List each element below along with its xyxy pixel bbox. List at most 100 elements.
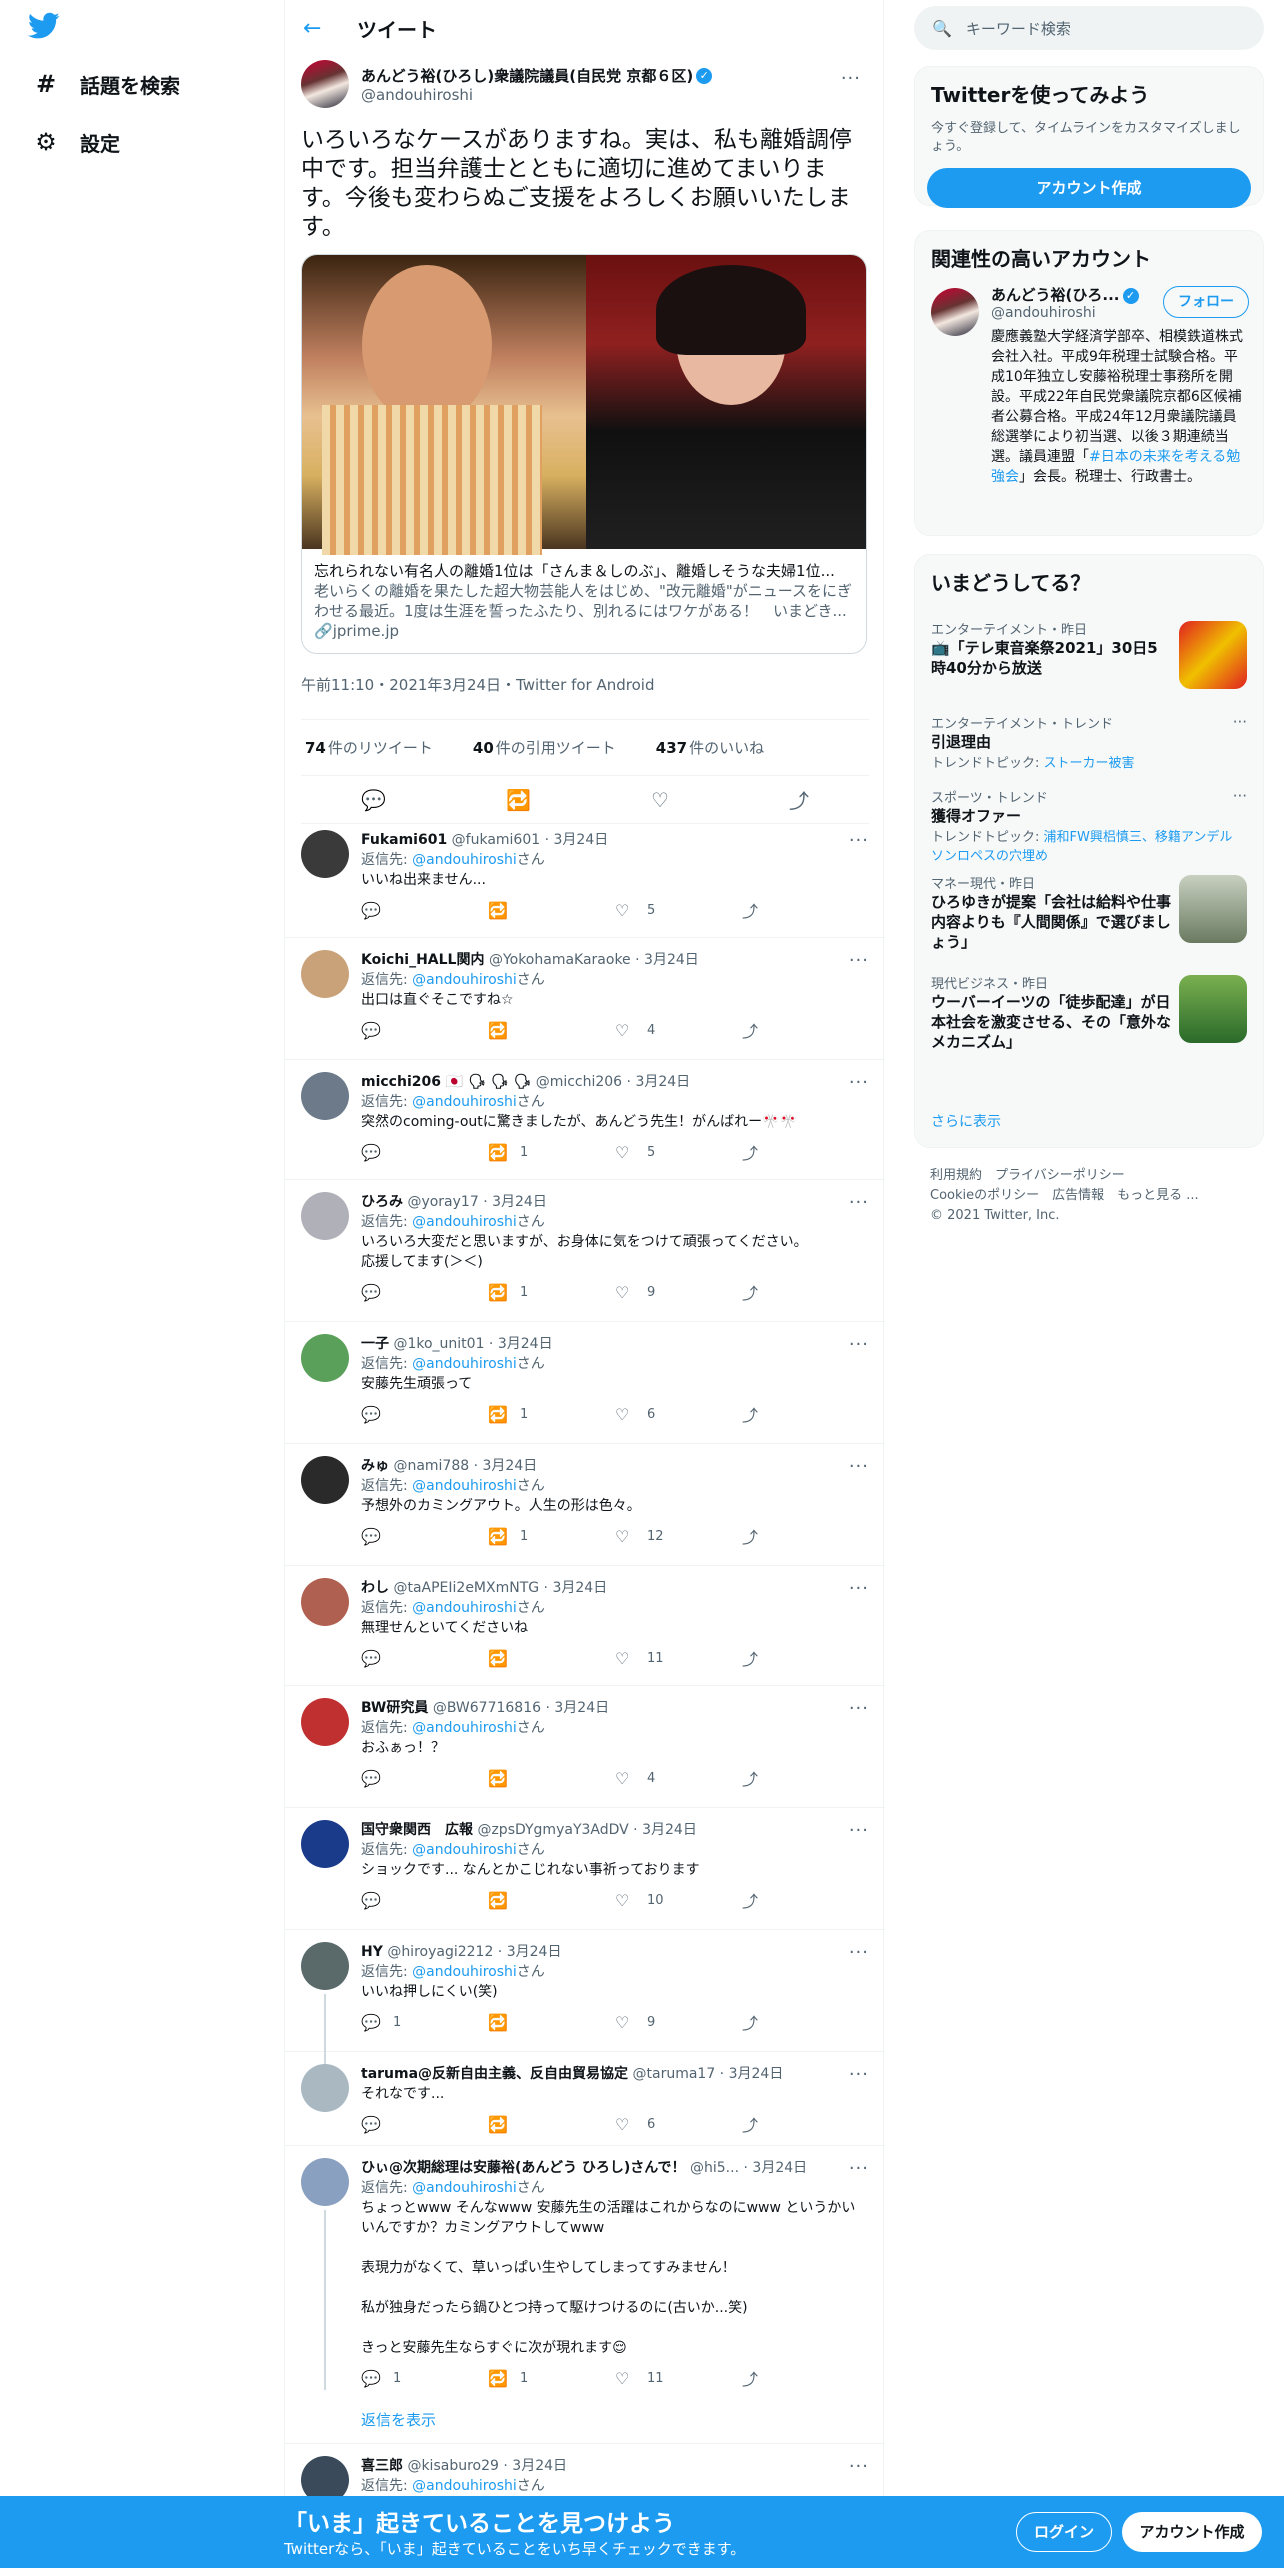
avatar[interactable] xyxy=(301,950,349,998)
reply-action[interactable]: 💬 1 xyxy=(361,2369,488,2388)
reply-tweet[interactable]: micchi206 🇯🇵 🗣 🗣 🗣 @micchi206 · 3月24日 返信先… xyxy=(285,1060,885,1180)
replying-to-link[interactable]: @andouhiroshi xyxy=(412,1600,517,1616)
reply-date[interactable]: 3月24日 xyxy=(552,1580,607,1596)
like-action[interactable]: ♡ 4 xyxy=(615,1769,742,1788)
trend-topic-link[interactable]: ストーカー被害 xyxy=(1044,756,1135,771)
tweet-timestamp[interactable]: 午前11:10・2021年3月24日・Twitter for Android xyxy=(301,672,869,720)
avatar[interactable] xyxy=(301,1192,349,1240)
reply-date[interactable]: 3月24日 xyxy=(512,2458,567,2474)
reply-date[interactable]: 3月24日 xyxy=(554,832,609,848)
share-action[interactable]: ⤴ xyxy=(742,1402,869,1426)
more-options-icon[interactable]: ··· xyxy=(849,1698,869,1719)
author-name[interactable]: あんどう裕(ひろし)衆議院議員(自民党 京都６区) xyxy=(361,67,693,85)
like-action[interactable]: ♡ 5 xyxy=(615,901,742,920)
replying-to-link[interactable]: @andouhiroshi xyxy=(412,2478,517,2494)
trend-item[interactable]: スポーツ・トレンド 獲得オファー トレンドトピック: 浦和FW興梠慎三、移籍アンデル… xyxy=(915,777,1263,874)
reply-tweet[interactable]: Fukami601 @fukami601 · 3月24日 返信先: @andouh… xyxy=(285,818,885,938)
like-action[interactable]: ♡ 4 xyxy=(615,1021,742,1040)
reply-tweet[interactable]: みゅ @nami788 · 3月24日 返信先: @andouhiroshiさん予… xyxy=(285,1444,885,1566)
avatar[interactable] xyxy=(301,830,349,878)
reply-date[interactable]: 3月24日 xyxy=(644,952,699,968)
avatar[interactable] xyxy=(301,1820,349,1868)
reply-author-name[interactable]: 国守衆関西 広報 xyxy=(361,1822,473,1838)
reply-author-name[interactable]: 一子 xyxy=(361,1336,389,1352)
replying-to-link[interactable]: @andouhiroshi xyxy=(412,1720,517,1736)
avatar[interactable] xyxy=(931,288,979,336)
more-options-icon[interactable]: ··· xyxy=(1233,713,1247,731)
reply-author-name[interactable]: Fukami601 xyxy=(361,832,447,848)
like-action[interactable]: ♡ 9 xyxy=(615,1283,742,1302)
reply-action[interactable]: 💬 xyxy=(361,1405,488,1424)
retweet-action[interactable]: 🔁 xyxy=(488,1769,615,1788)
like-action[interactable]: ♡ 11 xyxy=(615,2369,742,2388)
trend-item[interactable]: 現代ビジネス・昨日 ウーバーイーツの「徒歩配達」が日本社会を激変させる、その「意外… xyxy=(915,963,1263,1062)
more-options-icon[interactable]: ··· xyxy=(849,950,869,971)
retweet-action[interactable]: 🔁 xyxy=(488,2013,615,2032)
like-action[interactable]: ♡ 6 xyxy=(615,2115,742,2134)
share-action[interactable]: ⤴ xyxy=(742,1646,869,1670)
nav-settings[interactable]: ⚙ 設定 xyxy=(32,122,120,162)
quote-stat[interactable]: 40 件の引用ツイート xyxy=(473,737,636,758)
more-options-icon[interactable]: ··· xyxy=(849,830,869,851)
show-replies-link[interactable]: 返信を表示 xyxy=(285,2396,885,2444)
reply-author-name[interactable]: 喜三郎 xyxy=(361,2458,403,2474)
reply-action[interactable]: 💬 xyxy=(361,1527,488,1546)
link-card[interactable]: 忘れられない有名人の離婚1位は「さんま＆しのぶ」、離婚しそうな夫婦1位... 老… xyxy=(301,254,867,654)
reply-icon[interactable]: 💬 xyxy=(361,788,386,812)
avatar[interactable] xyxy=(301,2064,349,2112)
replying-to-link[interactable]: @andouhiroshi xyxy=(412,1214,517,1230)
reply-author-name[interactable]: micchi206 🇯🇵 🗣 🗣 🗣 xyxy=(361,1074,531,1090)
avatar[interactable] xyxy=(301,1942,349,1990)
reply-tweet[interactable]: BW研究員 @BW67716816 · 3月24日 返信先: @andouhiro… xyxy=(285,1686,885,1808)
avatar[interactable] xyxy=(301,1698,349,1746)
like-action[interactable]: ♡ 10 xyxy=(615,1891,742,1910)
share-action[interactable]: ⤴ xyxy=(742,898,869,922)
reply-date[interactable]: 3月24日 xyxy=(483,1458,538,1474)
follow-button[interactable]: フォロー xyxy=(1163,286,1249,318)
more-options-icon[interactable]: ··· xyxy=(849,1072,869,1093)
reply-tweet[interactable]: 国守衆関西 広報 @zpsDYgmyaY3AdDV · 3月24日 返信先: @a… xyxy=(285,1808,885,1930)
like-action[interactable]: ♡ 12 xyxy=(615,1527,742,1546)
retweet-action[interactable]: 🔁 1 xyxy=(488,2369,615,2388)
more-options-icon[interactable]: ··· xyxy=(849,1192,869,1213)
retweet-action[interactable]: 🔁 1 xyxy=(488,1143,615,1162)
reply-date[interactable]: 3月24日 xyxy=(642,1822,697,1838)
twitter-logo-icon[interactable] xyxy=(28,12,64,44)
reply-tweet[interactable]: ひぃ@次期総理は安藤裕(あんどう ひろし)さんで！ @hi5... · 3月24… xyxy=(285,2146,885,2396)
replying-to-link[interactable]: @andouhiroshi xyxy=(412,2180,517,2196)
like-action[interactable]: ♡ 11 xyxy=(615,1649,742,1668)
reply-author-name[interactable]: HY xyxy=(361,1944,383,1960)
reply-author-name[interactable]: わし xyxy=(361,1580,389,1596)
reply-date[interactable]: 3月24日 xyxy=(507,1944,562,1960)
retweet-icon[interactable]: 🔁 xyxy=(506,788,531,812)
reply-tweet[interactable]: taruma@反新自由主義、反自由貿易協定 @taruma17 · 3月24日そ… xyxy=(285,2052,885,2146)
more-options-icon[interactable]: ··· xyxy=(849,1820,869,1841)
trend-item[interactable]: エンターテイメント・トレンド 引退理由 トレンドトピック: ストーカー被害 ··· xyxy=(915,703,1263,781)
reply-action[interactable]: 💬 1 xyxy=(361,2013,488,2032)
footer-line-1[interactable]: 利用規約 プライバシーポリシー xyxy=(930,1166,1199,1186)
share-action[interactable]: ⤴ xyxy=(742,1018,869,1042)
more-options-icon[interactable]: ··· xyxy=(841,68,861,89)
signup-button[interactable]: アカウント作成 xyxy=(927,168,1251,208)
trend-item[interactable]: マネー現代・昨日 ひろゆきが提案「会社は給料や仕事内容よりも『人間関係』で選びまし… xyxy=(915,863,1263,962)
more-options-icon[interactable]: ··· xyxy=(849,1578,869,1599)
reply-action[interactable]: 💬 xyxy=(361,1891,488,1910)
replying-to-link[interactable]: @andouhiroshi xyxy=(412,1964,517,1980)
share-action[interactable]: ⤴ xyxy=(742,1766,869,1790)
like-icon[interactable]: ♡ xyxy=(651,788,669,812)
avatar[interactable] xyxy=(301,60,349,108)
reply-action[interactable]: 💬 xyxy=(361,1021,488,1040)
avatar[interactable] xyxy=(301,1334,349,1382)
reply-tweet[interactable]: Koichi_HALL関内 @YokohamaKaraoke · 3月24日 返信… xyxy=(285,938,885,1060)
avatar[interactable] xyxy=(301,1072,349,1120)
reply-author-name[interactable]: ひろみ xyxy=(361,1194,403,1210)
replying-to-link[interactable]: @andouhiroshi xyxy=(412,852,517,868)
reply-author-name[interactable]: みゅ xyxy=(361,1458,389,1474)
replying-to-link[interactable]: @andouhiroshi xyxy=(412,1356,517,1372)
more-options-icon[interactable]: ··· xyxy=(849,1942,869,1963)
more-options-icon[interactable]: ··· xyxy=(1233,787,1247,805)
reply-tweet[interactable]: 一子 @1ko_unit01 · 3月24日 返信先: @andouhiroshi… xyxy=(285,1322,885,1444)
reply-author-name[interactable]: ひぃ@次期総理は安藤裕(あんどう ひろし)さんで！ xyxy=(361,2160,686,2176)
reply-date[interactable]: 3月24日 xyxy=(752,2160,807,2176)
reply-date[interactable]: 3月24日 xyxy=(492,1194,547,1210)
